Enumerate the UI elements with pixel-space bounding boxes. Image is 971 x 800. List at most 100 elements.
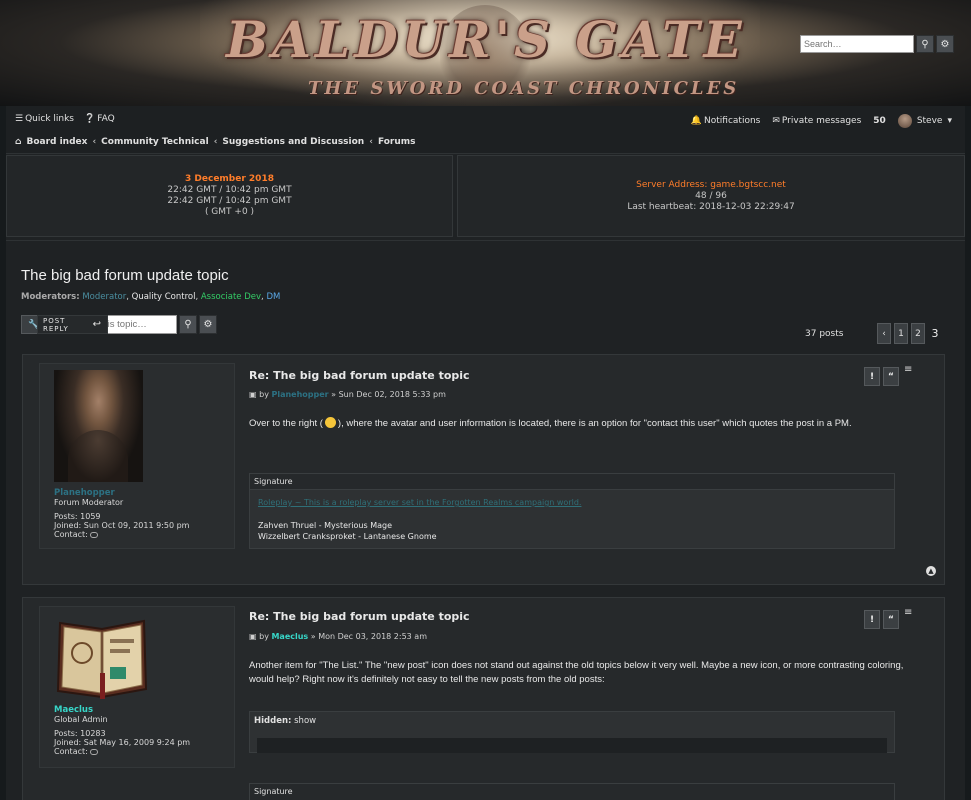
- page-2-button[interactable]: 2: [911, 323, 925, 344]
- pagination: ‹ 1 2 3: [877, 323, 942, 344]
- user-stats: Posts: 10283 Joined: Sat May 16, 2009 9:…: [54, 729, 190, 756]
- mod-group-dm[interactable]: DM: [266, 292, 280, 302]
- user-name: Steve: [916, 116, 943, 126]
- current-date: 3 December 2018: [185, 174, 274, 184]
- nav-left: ☰ Quick links ❔ FAQ: [15, 114, 115, 124]
- private-messages-label: Private messages: [781, 116, 862, 126]
- post-icon: ▣: [249, 390, 257, 399]
- menu-icon: ☰: [15, 114, 24, 124]
- post-author-link[interactable]: Maeclus: [271, 632, 308, 641]
- back-to-top-icon[interactable]: ▲: [926, 566, 936, 576]
- signature-label: Signature: [250, 474, 894, 490]
- site-logo-subtitle: THE SWORD COAST CHRONICLES: [308, 78, 740, 99]
- search-icon: ⚲: [184, 319, 192, 330]
- post-body: Another item for "The List." The "new po…: [249, 660, 904, 685]
- user-avatar[interactable]: [54, 613, 151, 701]
- time-line-1: 22:42 GMT / 10:42 pm GMT: [167, 185, 292, 195]
- user-joined: Joined: Sun Oct 09, 2011 9:50 pm: [54, 521, 190, 530]
- mod-group-moderator[interactable]: Moderator: [82, 292, 126, 302]
- post-by: by: [259, 632, 269, 641]
- post-menu-icon[interactable]: ≡: [904, 364, 914, 375]
- site-logo[interactable]: BALDUR'S GATE: [226, 10, 746, 69]
- user-posts: Posts: 1059: [54, 512, 101, 521]
- post-menu-icon[interactable]: ≡: [904, 607, 914, 618]
- quote-button[interactable]: “: [883, 610, 899, 629]
- nav-right: 🔔 Notifications ✉ Private messages 50 Stev…: [691, 114, 952, 128]
- post-title[interactable]: Re: The big bad forum update topic: [249, 610, 470, 623]
- user-rank: Forum Moderator: [54, 498, 124, 507]
- post-by: by: [259, 390, 269, 399]
- contact-icon: [89, 532, 98, 538]
- timezone: ( GMT +0 ): [204, 207, 255, 217]
- breadcrumb-community-technical[interactable]: Community Technical: [101, 137, 209, 147]
- user-contact[interactable]: Contact:: [54, 747, 190, 756]
- reply-arrow-icon: ↩: [92, 319, 102, 330]
- server-heartbeat: Last heartbeat: 2018-12-03 22:29:47: [627, 202, 795, 212]
- user-joined: Joined: Sat May 16, 2009 9:24 pm: [54, 738, 191, 747]
- user-posts: Posts: 10283: [54, 729, 106, 738]
- user-avatar[interactable]: [54, 370, 143, 482]
- chevron-left-icon: ‹: [213, 137, 218, 147]
- topic-advanced-search-button[interactable]: ⚙: [199, 315, 217, 334]
- search-button[interactable]: ⚲: [916, 35, 934, 53]
- post-buttons: ! “ ≡: [864, 364, 914, 386]
- post-author-name[interactable]: Maeclus: [54, 705, 93, 715]
- question-icon: ❔: [84, 114, 96, 124]
- quick-links-menu[interactable]: ☰ Quick links: [15, 114, 74, 124]
- private-messages-link[interactable]: ✉ Private messages: [772, 116, 861, 126]
- time-panel: 3 December 2018 22:42 GMT / 10:42 pm GMT…: [6, 155, 453, 237]
- signature-line: Zahven Thruel - Mysterious Mage: [258, 521, 393, 530]
- quote-icon: “: [888, 614, 894, 625]
- search-icon: ⚲: [921, 38, 929, 50]
- topic-title[interactable]: The big bad forum update topic: [21, 267, 229, 284]
- hidden-content: [257, 738, 887, 753]
- user-contact[interactable]: Contact:: [54, 530, 189, 539]
- post-profile: Planehopper Forum Moderator Posts: 1059 …: [39, 363, 235, 549]
- post-reply-button[interactable]: POST REPLY ↩: [37, 315, 108, 334]
- breadcrumb: ⌂ Board index ‹ Community Technical ‹ Su…: [15, 137, 415, 147]
- breadcrumb-forums[interactable]: Forums: [378, 137, 416, 147]
- post-author-name[interactable]: Planehopper: [54, 488, 115, 498]
- hidden-content-box: Hidden: show: [249, 711, 895, 753]
- post-title[interactable]: Re: The big bad forum update topic: [249, 369, 470, 382]
- quick-links-label: Quick links: [25, 114, 74, 124]
- post: Planehopper Forum Moderator Posts: 1059 …: [22, 354, 945, 585]
- moderators-line: Moderators: Moderator, Quality Control, …: [21, 292, 281, 302]
- post: Maeclus Global Admin Posts: 10283 Joined…: [22, 597, 945, 800]
- mod-group-associate-dev[interactable]: Associate Dev: [201, 292, 261, 302]
- quote-button[interactable]: “: [883, 367, 899, 386]
- hidden-header: Hidden: show: [254, 716, 316, 726]
- post-author-link[interactable]: Planehopper: [271, 390, 328, 399]
- report-button[interactable]: !: [864, 610, 880, 629]
- mod-group-quality-control[interactable]: Quality Control: [132, 292, 196, 302]
- notifications-link[interactable]: 🔔 Notifications: [691, 116, 761, 126]
- site-search: ⚲ ⚙: [800, 35, 954, 53]
- post-date: » Mon Dec 03, 2018 2:53 am: [310, 632, 427, 641]
- breadcrumb-suggestions[interactable]: Suggestions and Discussion: [222, 137, 364, 147]
- current-page: 3: [931, 327, 939, 340]
- caret-down-icon: ▾: [947, 116, 952, 126]
- page-1-button[interactable]: 1: [894, 323, 908, 344]
- chevron-left-icon: ‹: [92, 137, 97, 147]
- user-rank: Global Admin: [54, 715, 108, 724]
- signature-link[interactable]: Roleplay ~ This is a roleplay server set…: [258, 498, 581, 507]
- navbar: ☰ Quick links ❔ FAQ 🔔 Notifications ✉ Privat…: [6, 106, 965, 154]
- user-menu[interactable]: Steve ▾: [897, 114, 952, 128]
- emoji-icon: [324, 417, 336, 428]
- post-date: » Sun Dec 02, 2018 5:33 pm: [331, 390, 446, 399]
- pm-count-badge: 50: [873, 116, 886, 126]
- site-search-input[interactable]: [800, 35, 914, 53]
- previous-page-button[interactable]: ‹: [877, 323, 891, 344]
- exclamation-icon: !: [869, 371, 875, 382]
- signature-box: Signature Roleplay ~ This is a roleplay …: [249, 473, 895, 549]
- post-meta: ▣ by Planehopper » Sun Dec 02, 2018 5:33…: [249, 390, 446, 399]
- exclamation-icon: !: [869, 614, 875, 625]
- advanced-search-button[interactable]: ⚙: [936, 35, 954, 53]
- hidden-show-toggle[interactable]: show: [294, 716, 316, 726]
- topic-search-button[interactable]: ⚲: [179, 315, 197, 334]
- gear-icon: ⚙: [203, 319, 213, 330]
- contact-icon: [89, 749, 98, 755]
- report-button[interactable]: !: [864, 367, 880, 386]
- breadcrumb-board-index[interactable]: Board index: [26, 137, 87, 147]
- faq-link[interactable]: ❔ FAQ: [84, 114, 115, 124]
